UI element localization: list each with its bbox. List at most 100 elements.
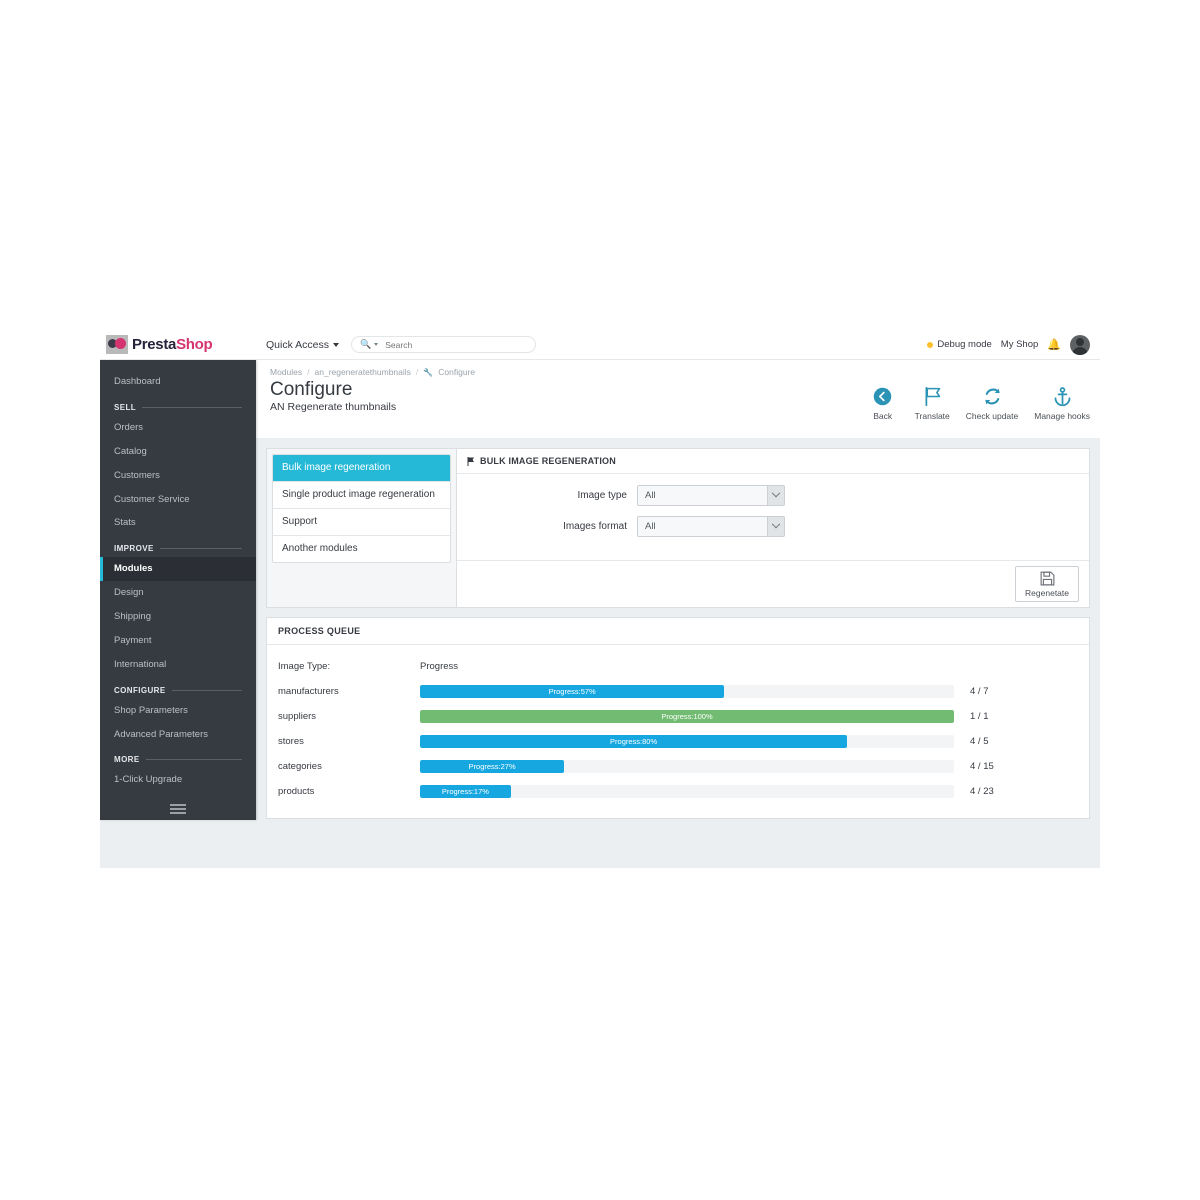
sidebar-item-customers[interactable]: Customers bbox=[100, 464, 256, 488]
save-icon bbox=[1040, 571, 1054, 586]
quick-access-menu[interactable]: Quick Access bbox=[266, 339, 340, 351]
progress-bar-track: Progress:100% bbox=[420, 710, 954, 723]
process-queue-count: 4 / 15 bbox=[970, 761, 994, 772]
process-queue-body: Image Type: Progress manufacturers Progre… bbox=[267, 645, 1089, 818]
sidebar-item-shipping[interactable]: Shipping bbox=[100, 605, 256, 629]
sidebar-item-orders[interactable]: Orders bbox=[100, 416, 256, 440]
breadcrumb-separator: / bbox=[415, 367, 419, 377]
sidebar-item-international[interactable]: International bbox=[100, 653, 256, 677]
images-format-row: Images format All bbox=[467, 516, 1079, 537]
debug-mode-dot-icon bbox=[927, 341, 934, 348]
process-queue-count: 4 / 5 bbox=[970, 736, 989, 747]
search-input[interactable] bbox=[385, 339, 526, 350]
chevron-down-icon bbox=[767, 517, 784, 536]
prestashop-logo[interactable]: PrestaShop bbox=[100, 330, 256, 360]
process-queue-title: PROCESS QUEUE bbox=[267, 618, 1089, 645]
sidebar-item-payment[interactable]: Payment bbox=[100, 629, 256, 653]
progress-bar-fill: Progress:17% bbox=[420, 785, 511, 798]
top-navigation-bar: PrestaShop Quick Access 🔍 Debug mode My … bbox=[100, 330, 1100, 360]
check-update-button[interactable]: Check update bbox=[966, 386, 1018, 421]
tab-list-column: Bulk image regeneration Single product im… bbox=[266, 448, 456, 608]
tab-bulk-image-regeneration[interactable]: Bulk image regeneration bbox=[273, 455, 450, 482]
back-button[interactable]: Back bbox=[867, 386, 899, 421]
translate-button[interactable]: Translate bbox=[915, 386, 950, 421]
regenerate-button[interactable]: Regenetate bbox=[1015, 566, 1079, 602]
sidebar-section-divider bbox=[145, 759, 242, 761]
sidebar-section-divider bbox=[171, 689, 242, 691]
breadcrumb-item-module-name[interactable]: an_regeneratethumbnails bbox=[315, 367, 411, 377]
bulk-panel-title: BULK IMAGE REGENERATION bbox=[480, 456, 616, 466]
process-queue-image-type: manufacturers bbox=[278, 686, 339, 697]
content-body: Bulk image regeneration Single product im… bbox=[256, 438, 1100, 819]
tab-single-product-image-regeneration[interactable]: Single product image regeneration bbox=[273, 482, 450, 509]
process-queue-bar-cell: Progress:27% bbox=[420, 760, 954, 773]
images-format-select[interactable]: All bbox=[637, 516, 785, 537]
screenshot-root: PrestaShop Quick Access 🔍 Debug mode My … bbox=[0, 0, 1200, 1200]
translate-button-label: Translate bbox=[914, 411, 950, 421]
progress-bar-label: Progress:100% bbox=[661, 712, 713, 721]
process-queue-bar-cell: Progress:57% bbox=[420, 685, 954, 698]
tab-another-modules[interactable]: Another modules bbox=[273, 536, 450, 562]
progress-bar-label: Progress:80% bbox=[610, 737, 658, 746]
image-type-row: Image type All bbox=[467, 485, 1079, 506]
prestashop-logo-icon bbox=[106, 335, 128, 354]
debug-mode-indicator[interactable]: Debug mode bbox=[927, 339, 992, 350]
search-bar[interactable]: 🔍 bbox=[351, 336, 537, 353]
progress-bar-track: Progress:57% bbox=[420, 685, 954, 698]
sidebar-item-advanced-parameters[interactable]: Advanced Parameters bbox=[100, 723, 256, 747]
image-type-select[interactable]: All bbox=[637, 485, 785, 506]
process-queue-panel: PROCESS QUEUE Image Type: Progress manuf… bbox=[266, 617, 1090, 819]
sidebar-section-divider bbox=[142, 406, 242, 408]
chevron-down-icon[interactable] bbox=[374, 343, 379, 346]
logo-text-presta: Presta bbox=[132, 336, 177, 353]
sidebar-item-1-click-upgrade[interactable]: 1-Click Upgrade bbox=[100, 768, 256, 792]
flag-icon bbox=[925, 386, 941, 407]
progress-bar-track: Progress:27% bbox=[420, 760, 954, 773]
process-queue-image-type: products bbox=[278, 786, 315, 797]
bulk-image-regeneration-panel: BULK IMAGE REGENERATION Image type All I… bbox=[456, 448, 1090, 608]
process-queue-header-row: Image Type: Progress bbox=[278, 654, 1078, 679]
sidebar-collapse-button[interactable] bbox=[100, 804, 256, 814]
flag-icon bbox=[467, 456, 474, 466]
regenerate-button-label: Regenetate bbox=[1025, 588, 1069, 598]
process-queue-row: stores Progress:80% 4 / 5 bbox=[278, 729, 1078, 754]
process-queue-image-type: suppliers bbox=[278, 711, 317, 722]
sidebar-item-stats[interactable]: Stats bbox=[100, 511, 256, 535]
sidebar-item-catalog[interactable]: Catalog bbox=[100, 440, 256, 464]
chevron-down-icon bbox=[333, 342, 340, 347]
process-queue-bar-cell: Progress:80% bbox=[420, 735, 954, 748]
bulk-panel-header: BULK IMAGE REGENERATION bbox=[457, 449, 1089, 474]
tab-list: Bulk image regeneration Single product im… bbox=[272, 454, 451, 563]
sidebar-item-shop-parameters[interactable]: Shop Parameters bbox=[100, 699, 256, 723]
sidebar-item-modules[interactable]: Modules bbox=[100, 557, 256, 582]
logo-text-shop: Shop bbox=[176, 336, 213, 353]
avatar[interactable] bbox=[1070, 334, 1090, 355]
sidebar-item-design[interactable]: Design bbox=[100, 581, 256, 605]
progress-bar-fill: Progress:100% bbox=[420, 710, 954, 723]
progress-bar-fill: Progress:27% bbox=[420, 760, 565, 773]
my-shop-link[interactable]: My Shop bbox=[1001, 339, 1039, 350]
sidebar-item-customer-service[interactable]: Customer Service bbox=[100, 488, 256, 512]
refresh-icon bbox=[984, 388, 1000, 405]
manage-hooks-button-label: Manage hooks bbox=[1034, 411, 1090, 421]
tab-support[interactable]: Support bbox=[273, 509, 450, 536]
bell-icon[interactable]: 🔔 bbox=[1047, 338, 1061, 351]
manage-hooks-button[interactable]: Manage hooks bbox=[1034, 386, 1090, 421]
progress-bar-label: Progress:17% bbox=[441, 787, 489, 796]
process-queue-count: 4 / 23 bbox=[970, 786, 994, 797]
breadcrumb-item-modules[interactable]: Modules bbox=[270, 367, 302, 377]
sidebar-section-divider bbox=[159, 548, 242, 550]
anchor-icon bbox=[1054, 387, 1070, 407]
sidebar-section-label: CONFIGURE bbox=[114, 685, 166, 695]
image-type-value: All bbox=[645, 490, 656, 501]
progress-bar-track: Progress:80% bbox=[420, 735, 954, 748]
debug-mode-label: Debug mode bbox=[937, 339, 992, 350]
bulk-panel-body: Image type All Images format All bbox=[457, 474, 1089, 537]
sidebar-section-label: IMPROVE bbox=[114, 544, 154, 554]
sidebar-section-sell: SELL bbox=[100, 394, 256, 416]
sidebar-section-configure: CONFIGURE bbox=[100, 677, 256, 699]
sidebar-item-dashboard[interactable]: Dashboard bbox=[100, 370, 256, 394]
breadcrumb-item-configure[interactable]: Configure bbox=[438, 367, 475, 377]
breadcrumb-separator: / bbox=[307, 367, 310, 377]
process-queue-bar-cell: Progress:17% bbox=[420, 785, 954, 798]
